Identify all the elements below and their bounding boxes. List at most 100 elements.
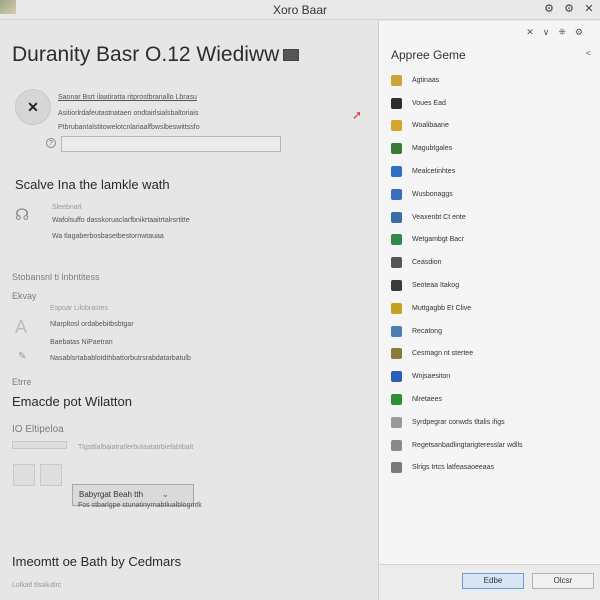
app-icon	[391, 234, 402, 246]
section-scalve-title: Scalve Ina the lamkle wath	[15, 177, 170, 192]
chevron-down-icon[interactable]: ∨	[543, 27, 559, 37]
chevron-left-icon[interactable]: <	[586, 48, 591, 58]
list-item[interactable]: Cesmagn nt stertee	[389, 343, 594, 366]
pointer-arrow-icon: ➚	[352, 108, 363, 122]
list-item-label: Veaxenbt Ct ente	[412, 213, 466, 221]
list-item[interactable]: Wusbonaggs	[389, 183, 594, 206]
list-item[interactable]: Syrdpegrar conwds tltalis ifigs	[389, 411, 594, 434]
list-item[interactable]: Mealcetinhtes	[389, 160, 594, 183]
list-item-label: Regetsanbadlingtarigteresslar wdlls	[412, 441, 523, 449]
headset-icon: ☊	[15, 207, 30, 224]
footer-sub: Lolkatl tlsaliutlrc	[12, 582, 62, 589]
list-item-label: Wnjsaesiton	[412, 373, 451, 381]
section-scalve-label: Sleebnarl	[52, 204, 82, 211]
thumbnail-2[interactable]	[40, 464, 62, 486]
letter-a-icon: A	[15, 317, 28, 337]
chevron-down-icon: ⌄	[161, 489, 169, 499]
list-item-label: Ceasdion	[412, 259, 442, 267]
section-emacde-label: IO Eltipeloa	[12, 424, 64, 435]
app-icon	[391, 462, 402, 474]
app-icon	[391, 257, 402, 269]
list-item[interactable]: Slrigs trtcs latfeasaoeeaas	[389, 457, 594, 480]
list-item[interactable]: Wetgambgt Bacr	[389, 229, 594, 252]
section-stobansnl-line-1: Nlarpltosl ordabebitbsbtgar	[50, 321, 134, 328]
app-icon	[391, 188, 402, 200]
list-item[interactable]: Woalibaane	[389, 115, 594, 138]
section-stobansnl-label: Espoar Lilobrastes	[50, 305, 108, 312]
dropdown-button-label: Babyrgat Beah tth	[79, 490, 144, 499]
list-item-label: Muttgagbb Et Clive	[412, 304, 472, 312]
app-icon	[391, 439, 402, 451]
list-item[interactable]: Ceasdion	[389, 251, 594, 274]
thumbnail-1[interactable]	[13, 464, 35, 486]
app-icon	[391, 302, 402, 314]
app-icon	[391, 120, 402, 132]
page-title: Duranity Basr O.12 Wiediww	[12, 43, 300, 67]
gear-icon[interactable]: ⚙	[575, 27, 592, 37]
list-item-label: Recatong	[412, 327, 442, 335]
list-item[interactable]: Agtinaas	[389, 69, 594, 92]
app-icon	[391, 394, 402, 406]
list-item-label: Syrdpegrar conwds tltalis ifigs	[412, 418, 505, 426]
list-item-label: Wetgambgt Bacr	[412, 236, 465, 244]
info-line-3: Ptbrubantalstitowelotcnlariaalfbwslbeswi…	[58, 124, 200, 131]
text-input[interactable]	[61, 136, 281, 152]
section-scalve-line-1: Wafolsuffo dasskoruaclarfbnikrtaaitrtalr…	[52, 217, 190, 224]
list-item-label: Magubtgales	[412, 145, 453, 153]
list-item[interactable]: Veaxenbt Ct ente	[389, 206, 594, 229]
app-icon	[391, 143, 402, 155]
list-item[interactable]: Seoteaa Itakog	[389, 274, 594, 297]
settings-icon[interactable]: ⚙	[542, 2, 556, 16]
ok-button[interactable]: Edbe	[462, 573, 524, 589]
section-stobansnl-sub: Ekvay	[12, 291, 37, 301]
list-item-label: Voues Ead	[412, 99, 446, 107]
edit-icon[interactable]: ✎	[18, 351, 26, 362]
close-icon[interactable]: ✕	[582, 2, 596, 16]
panel-title: Appree Geme	[391, 48, 466, 62]
section-emacde-desc: Tlgsttlalbaiatratlerbutaatatrbiefabtbalt	[78, 444, 194, 451]
list-item-label: Mealcetinhtes	[412, 168, 456, 176]
section-stobansnl-title: Stobansnl ti lnbntitess	[12, 272, 100, 282]
app-icon	[391, 280, 402, 292]
top-link[interactable]: Saonar Bsrt ilaatiratta ritprostbranallo…	[58, 94, 197, 101]
title-bar: Xoro Baar ⚙ ⚙ ✕	[0, 0, 600, 20]
list-item[interactable]: Regetsanbadlingtarigteresslar wdlls	[389, 434, 594, 457]
close-icon[interactable]: ✕	[526, 27, 543, 37]
window-title: Xoro Baar	[272, 3, 328, 17]
app-icon	[391, 371, 402, 383]
app-icon	[391, 348, 402, 360]
panel-footer: Edbe Olcsr	[379, 564, 600, 600]
section-emacde-title: Emacde pot Wilatton	[12, 394, 132, 409]
app-icon	[391, 325, 402, 337]
main-pane: Duranity Basr O.12 Wiediww ✕ Saonar Bsrt…	[0, 21, 378, 600]
app-icon	[391, 166, 402, 178]
section-stobansnl-dim-label: Etrre	[12, 377, 32, 387]
close-circle-button[interactable]: ✕	[15, 89, 51, 125]
list-item[interactable]: Magubtgales	[389, 137, 594, 160]
placeholder-bar	[12, 441, 67, 449]
list-item-label: Agtinaas	[412, 76, 440, 84]
app-picker-panel: ✕∨⁜⚙ Appree Geme < Agtinaas Voues Ead Woal…	[378, 21, 600, 600]
section-stobansnl-line-3: Nasablsrtabablotdthbattorbutrsrabdatarba…	[50, 355, 191, 362]
list-item[interactable]: Muttgagbb Et Clive	[389, 297, 594, 320]
list-item-label: Woalibaane	[412, 122, 449, 130]
list-item[interactable]: Recatong	[389, 320, 594, 343]
help-icon[interactable]: ?	[46, 138, 56, 148]
list-item-label: Slrigs trtcs latfeasaoeeaas	[412, 464, 495, 472]
grid-icon[interactable]: ⁜	[558, 27, 575, 37]
settings-alt-icon[interactable]: ⚙	[562, 2, 576, 16]
list-item-label: Seoteaa Itakog	[412, 282, 460, 290]
section-scalve-line-2: Wa tlagaberbosbasetbestornwtauaa	[52, 233, 164, 240]
app-icon	[391, 211, 402, 223]
footer-title: Imeomtt oe Bath by Cedmars	[12, 554, 182, 569]
list-item[interactable]: Wnjsaesiton	[389, 365, 594, 388]
cancel-button[interactable]: Olcsr	[532, 573, 594, 589]
list-item-label: Wusbonaggs	[412, 190, 453, 198]
list-item[interactable]: Voues Ead	[389, 92, 594, 115]
app-list: Agtinaas Voues Ead Woalibaane Magubtgales Me…	[389, 69, 594, 479]
section-emacde-caption: Fos stbarlgpe stunatinyrnabtlualblogmtk	[78, 502, 202, 509]
list-item-label: Nlretaees	[412, 396, 442, 404]
list-item[interactable]: Nlretaees	[389, 388, 594, 411]
app-icon	[391, 416, 402, 428]
info-line-2: Asitiorlrdafeutastnataen ondtairlsialsba…	[58, 110, 199, 117]
